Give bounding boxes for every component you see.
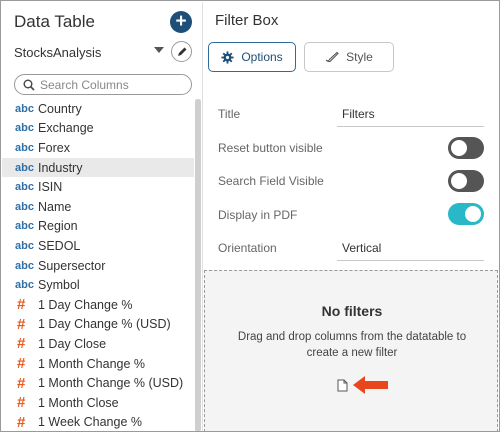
column-name: 1 Month Change % xyxy=(38,356,146,371)
style-label: Style xyxy=(346,50,373,64)
gear-icon xyxy=(221,50,234,64)
search-field-visible-toggle[interactable] xyxy=(448,170,484,192)
column-item[interactable]: #1 Month Close xyxy=(2,393,194,413)
no-filters-heading: No filters xyxy=(321,303,383,319)
text-type-icon: abc xyxy=(15,200,34,213)
column-item[interactable]: #1 Week Change % xyxy=(2,413,194,432)
panel-title: Filter Box xyxy=(215,12,279,29)
text-type-icon: abc xyxy=(15,279,34,292)
column-item[interactable]: #1 Day Close xyxy=(2,334,194,354)
column-item[interactable]: abc Name xyxy=(2,197,194,217)
filter-drop-zone[interactable]: No filters Drag and drop columns from th… xyxy=(204,270,498,431)
column-name: 1 Month Close xyxy=(38,395,119,410)
panel-title: Data Table xyxy=(14,12,95,31)
add-column-button[interactable]: + xyxy=(170,11,192,33)
number-type-icon: # xyxy=(17,315,26,333)
arrow-left-icon xyxy=(353,376,388,394)
column-name: Symbol xyxy=(38,278,80,293)
title-label: Title xyxy=(218,107,241,121)
column-name: 1 Day Change % xyxy=(38,297,133,312)
search-icon xyxy=(23,79,35,91)
options-button[interactable]: Options xyxy=(208,42,296,72)
text-type-icon: abc xyxy=(15,220,34,233)
app-window: Data Table + StocksAnalysis abcCountryab… xyxy=(0,0,500,432)
number-type-icon: # xyxy=(17,296,26,314)
column-name: 1 Day Close xyxy=(38,336,107,351)
number-type-icon: # xyxy=(17,374,26,392)
column-name: Name xyxy=(38,199,72,214)
column-name: Country xyxy=(38,101,82,116)
column-name: ISIN xyxy=(38,180,63,195)
options-label: Options xyxy=(241,50,283,64)
toggle-knob xyxy=(451,173,467,189)
column-item[interactable]: abc Supersector xyxy=(2,256,194,276)
number-type-icon: # xyxy=(17,394,26,412)
column-item[interactable]: abc Symbol xyxy=(2,275,194,295)
filter-box-panel: Filter Box Options Style Title Filters R… xyxy=(204,2,499,431)
scrollbar-thumb[interactable] xyxy=(195,99,201,431)
orientation-select[interactable]: Vertical xyxy=(337,241,484,261)
pencil-icon xyxy=(178,47,187,56)
data-source-name: StocksAnalysis xyxy=(14,45,102,60)
column-name: 1 Week Change % xyxy=(38,415,142,430)
text-type-icon: abc xyxy=(15,259,34,272)
search-input[interactable] xyxy=(40,77,185,92)
column-item[interactable]: abc Country xyxy=(2,99,194,119)
drop-instructions: Drag and drop columns from the datatable… xyxy=(237,331,467,359)
chevron-down-icon[interactable] xyxy=(154,47,164,53)
column-name: Exchange xyxy=(38,121,94,136)
search-field[interactable] xyxy=(14,74,192,95)
number-type-icon: # xyxy=(17,413,26,431)
style-button[interactable]: Style xyxy=(304,42,394,72)
column-name: Region xyxy=(38,219,78,234)
search-field-visible-label: Search Field Visible xyxy=(218,174,324,188)
column-item[interactable]: #1 Month Change % xyxy=(2,354,194,374)
title-field[interactable]: Filters xyxy=(337,107,484,127)
toggle-knob xyxy=(451,140,467,156)
column-item[interactable]: abc Forex xyxy=(2,138,194,158)
scrollbar[interactable] xyxy=(195,99,201,431)
display-in-pdf-label: Display in PDF xyxy=(218,208,298,222)
column-item[interactable]: #1 Month Change % (USD) xyxy=(2,373,194,393)
orientation-label: Orientation xyxy=(218,241,277,255)
data-table-panel: Data Table + StocksAnalysis abcCountryab… xyxy=(2,2,203,432)
reset-button-visible-toggle[interactable] xyxy=(448,137,484,159)
document-icon xyxy=(337,379,348,392)
edit-data-source-button[interactable] xyxy=(171,41,192,62)
column-list: abc Country abc Exchange abc Forex abc Industry… xyxy=(2,99,194,432)
column-name: 1 Month Change % (USD) xyxy=(38,376,184,391)
text-type-icon: abc xyxy=(15,102,34,115)
column-item[interactable]: abc Industry xyxy=(2,157,194,178)
text-type-icon: abc xyxy=(15,161,34,174)
column-item[interactable]: abc Region xyxy=(2,217,194,237)
number-type-icon: # xyxy=(17,355,26,373)
column-item[interactable]: #1 Day Change % (USD) xyxy=(2,315,194,335)
column-name: Forex xyxy=(38,140,70,155)
text-type-icon: abc xyxy=(15,181,34,194)
reset-button-visible-label: Reset button visible xyxy=(218,141,323,155)
column-item[interactable]: #1 Day Change % xyxy=(2,295,194,315)
text-type-icon: abc xyxy=(15,141,34,154)
column-item[interactable]: abc ISIN xyxy=(2,177,194,197)
column-name: Industry xyxy=(38,160,83,175)
column-item[interactable]: abc SEDOL xyxy=(2,236,194,256)
column-item[interactable]: abc Exchange xyxy=(2,119,194,139)
number-type-icon: # xyxy=(17,335,26,353)
column-name: 1 Day Change % (USD) xyxy=(38,317,171,332)
toggle-knob xyxy=(465,206,481,222)
text-type-icon: abc xyxy=(15,122,34,135)
brush-icon xyxy=(325,51,339,63)
column-name: SEDOL xyxy=(38,238,81,253)
column-name: Supersector xyxy=(38,258,106,273)
text-type-icon: abc xyxy=(15,239,34,252)
display-in-pdf-toggle[interactable] xyxy=(448,203,484,225)
